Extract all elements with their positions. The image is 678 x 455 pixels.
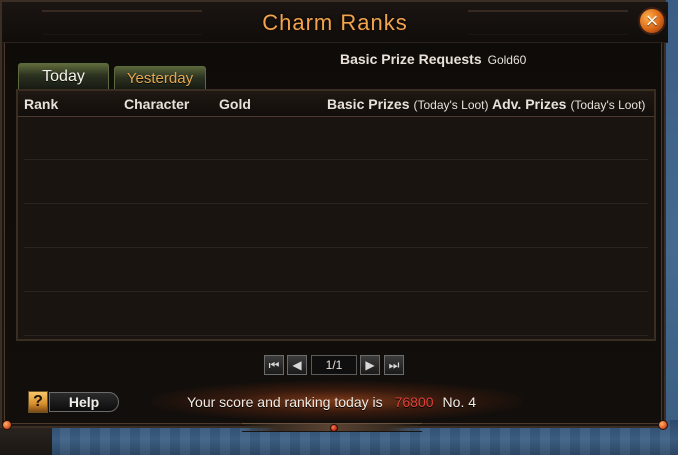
table-row <box>24 249 648 292</box>
column-gold: Gold <box>219 96 251 112</box>
column-basic-prizes-label: Basic Prizes <box>327 96 410 112</box>
first-page-icon: ⏮ <box>268 357 280 372</box>
column-adv-prizes-label: Adv. Prizes <box>492 96 567 112</box>
basic-prize-requests: Basic Prize Requests Gold60 <box>340 51 526 67</box>
title-bar: Charm Ranks × <box>2 2 668 43</box>
pagination: ⏮ ◀ 1/1 ▶ ⏭ <box>264 355 404 377</box>
previous-page-button[interactable]: ◀ <box>287 355 307 375</box>
table-header: Rank Character Gold Basic Prizes (Today's… <box>18 91 654 117</box>
column-rank: Rank <box>24 96 59 112</box>
table-row <box>24 161 648 204</box>
column-adv-prizes-sub: (Today's Loot) <box>570 98 646 112</box>
score-status: Your score and ranking today is 76800 No. … <box>187 394 476 410</box>
next-page-icon: ▶ <box>365 358 375 372</box>
close-button[interactable]: × <box>638 7 666 35</box>
corner-gem-icon <box>2 420 12 430</box>
tab-today[interactable]: Today <box>18 63 109 89</box>
close-icon: × <box>645 8 659 33</box>
previous-page-icon: ◀ <box>292 358 302 372</box>
column-character: Character <box>124 96 190 112</box>
tab-today-label: Today <box>42 67 85 85</box>
help-icon: ? <box>28 391 48 413</box>
bottom-gem-icon <box>330 424 338 432</box>
help-button[interactable]: ? Help <box>28 391 120 413</box>
rank-value: No. 4 <box>442 394 477 410</box>
last-page-icon: ⏭ <box>388 357 400 372</box>
corner-gem-icon <box>658 420 668 430</box>
table-rows <box>18 117 654 339</box>
tab-yesterday-label: Yesterday <box>126 69 194 87</box>
score-value: 76800 <box>394 394 434 410</box>
page-indicator: 1/1 <box>311 355 357 375</box>
basic-prize-requests-value: Gold60 <box>487 53 527 67</box>
column-adv-prizes: Adv. Prizes (Today's Loot) <box>492 96 645 112</box>
table-row <box>24 117 648 160</box>
charm-ranks-window: Charm Ranks × Basic Prize Requests Gold60… <box>0 0 668 432</box>
next-page-button[interactable]: ▶ <box>360 355 380 375</box>
ranking-table: Rank Character Gold Basic Prizes (Today's… <box>16 89 656 341</box>
help-label: Help <box>49 392 119 412</box>
first-page-button[interactable]: ⏮ <box>264 355 284 375</box>
basic-prize-requests-label: Basic Prize Requests <box>340 51 482 67</box>
window-title: Charm Ranks <box>262 10 408 35</box>
column-basic-prizes-sub: (Today's Loot) <box>413 98 489 112</box>
last-page-button[interactable]: ⏭ <box>384 355 404 375</box>
table-row <box>24 205 648 248</box>
column-basic-prizes: Basic Prizes (Today's Loot) <box>327 96 489 112</box>
tab-yesterday[interactable]: Yesterday <box>114 66 206 89</box>
table-row <box>24 293 648 336</box>
score-status-prefix: Your score and ranking today is <box>187 394 383 410</box>
